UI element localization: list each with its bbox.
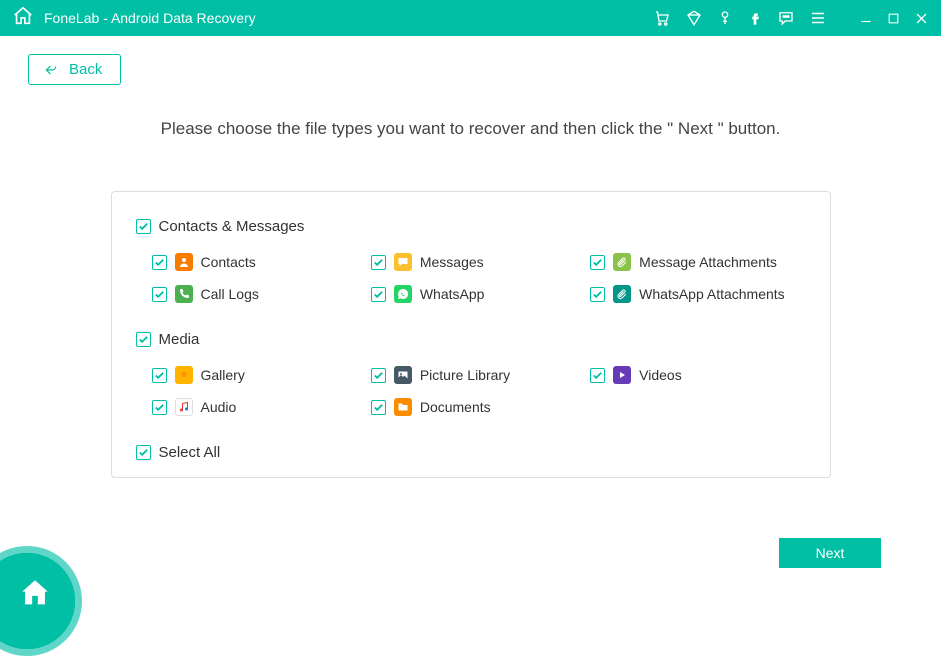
documents-icon bbox=[394, 398, 412, 416]
filetype-label: Videos bbox=[639, 367, 682, 383]
filetype-item: Videos bbox=[590, 366, 805, 384]
filetype-label: Messages bbox=[420, 254, 484, 270]
maximize-icon[interactable] bbox=[887, 12, 900, 25]
filetype-item: Message Attachments bbox=[590, 253, 805, 271]
checkbox-section-media[interactable] bbox=[136, 332, 151, 347]
calllogs-icon bbox=[175, 285, 193, 303]
checkbox[interactable] bbox=[590, 287, 605, 302]
checkbox[interactable] bbox=[371, 368, 386, 383]
instruction-text: Please choose the file types you want to… bbox=[28, 119, 913, 139]
contacts-icon bbox=[175, 253, 193, 271]
titlebar: FoneLab - Android Data Recovery bbox=[0, 0, 941, 36]
videos-icon bbox=[613, 366, 631, 384]
section-title: Media bbox=[159, 331, 200, 348]
filetype-item: Picture Library bbox=[371, 366, 586, 384]
home-icon bbox=[18, 576, 52, 610]
section-title: Contacts & Messages bbox=[159, 218, 305, 235]
filetype-item: WhatsApp bbox=[371, 285, 586, 303]
checkbox[interactable] bbox=[152, 400, 167, 415]
filetype-label: Call Logs bbox=[201, 286, 259, 302]
wa-attach-icon bbox=[613, 285, 631, 303]
msg-attach-icon bbox=[613, 253, 631, 271]
filetype-item: Contacts bbox=[152, 253, 367, 271]
next-button[interactable]: Next bbox=[779, 538, 881, 568]
next-label: Next bbox=[816, 545, 845, 561]
app-title: FoneLab - Android Data Recovery bbox=[44, 10, 256, 26]
checkbox[interactable] bbox=[590, 368, 605, 383]
whatsapp-icon bbox=[394, 285, 412, 303]
checkbox-select-all[interactable] bbox=[136, 445, 151, 460]
section-grid-media: Gallery Picture Library Videos Audio Documen… bbox=[136, 366, 806, 416]
cart-icon[interactable] bbox=[653, 9, 671, 27]
checkbox[interactable] bbox=[152, 368, 167, 383]
messages-icon bbox=[394, 253, 412, 271]
diamond-icon[interactable] bbox=[685, 9, 703, 27]
filetype-label: WhatsApp Attachments bbox=[639, 286, 785, 302]
filetype-item: Messages bbox=[371, 253, 586, 271]
filetype-label: Message Attachments bbox=[639, 254, 777, 270]
file-types-panel: Contacts & Messages Contacts Messages Mess… bbox=[111, 191, 831, 478]
checkbox-section-contacts[interactable] bbox=[136, 219, 151, 234]
minimize-icon[interactable] bbox=[859, 11, 873, 25]
select-all-row: Select All bbox=[136, 444, 806, 461]
close-icon[interactable] bbox=[914, 11, 929, 26]
checkbox[interactable] bbox=[152, 287, 167, 302]
menu-icon[interactable] bbox=[809, 9, 827, 27]
section-head-contacts: Contacts & Messages bbox=[136, 218, 806, 235]
select-all-label: Select All bbox=[159, 444, 221, 461]
feedback-icon[interactable] bbox=[777, 9, 795, 27]
filetype-label: Documents bbox=[420, 399, 491, 415]
facebook-icon[interactable] bbox=[747, 10, 763, 26]
audio-icon bbox=[175, 398, 193, 416]
back-button[interactable]: Back bbox=[28, 54, 121, 85]
filetype-label: WhatsApp bbox=[420, 286, 485, 302]
app-home-icon[interactable] bbox=[12, 5, 34, 32]
filetype-item: Audio bbox=[152, 398, 367, 416]
checkbox[interactable] bbox=[371, 400, 386, 415]
filetype-label: Gallery bbox=[201, 367, 245, 383]
key-icon[interactable] bbox=[717, 10, 733, 26]
back-arrow-icon bbox=[43, 63, 59, 77]
filetype-item: Gallery bbox=[152, 366, 367, 384]
home-fab[interactable] bbox=[0, 546, 82, 656]
checkbox[interactable] bbox=[590, 255, 605, 270]
filetype-item: Call Logs bbox=[152, 285, 367, 303]
checkbox[interactable] bbox=[152, 255, 167, 270]
gallery-icon bbox=[175, 366, 193, 384]
filetype-label: Contacts bbox=[201, 254, 256, 270]
filetype-label: Audio bbox=[201, 399, 237, 415]
back-label: Back bbox=[69, 61, 102, 78]
section-grid-contacts: Contacts Messages Message Attachments Call … bbox=[136, 253, 806, 303]
checkbox[interactable] bbox=[371, 255, 386, 270]
filetype-item: WhatsApp Attachments bbox=[590, 285, 805, 303]
filetype-item: Documents bbox=[371, 398, 586, 416]
piclib-icon bbox=[394, 366, 412, 384]
section-head-media: Media bbox=[136, 331, 806, 348]
checkbox[interactable] bbox=[371, 287, 386, 302]
filetype-label: Picture Library bbox=[420, 367, 510, 383]
